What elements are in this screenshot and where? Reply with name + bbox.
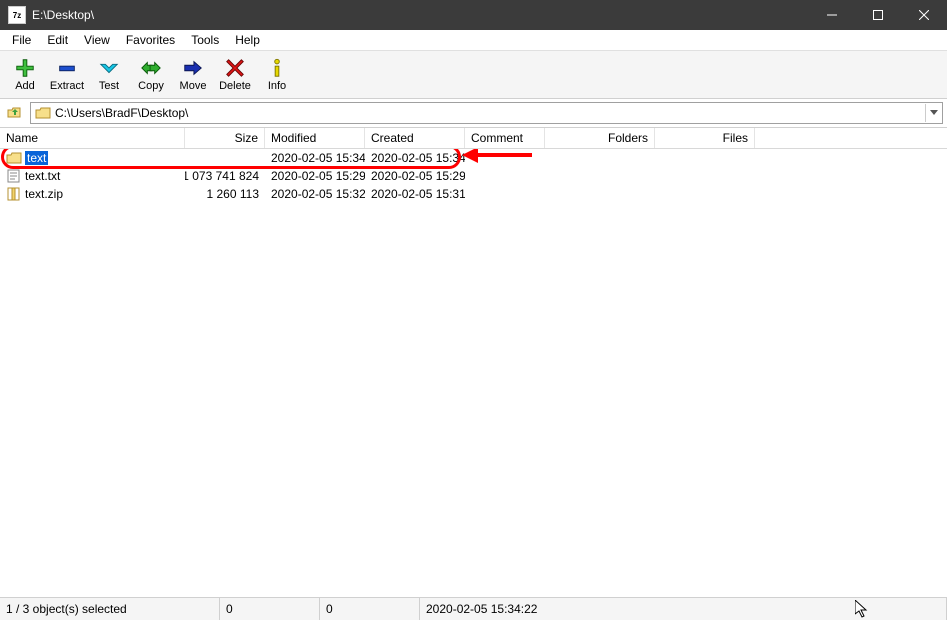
file-name: text [25,151,48,165]
file-row-txt[interactable]: text.txt 1 073 741 824 2020-02-05 15:29 … [0,167,947,185]
col-name[interactable]: Name [0,128,185,148]
minimize-icon [827,10,837,20]
file-size [185,149,265,167]
info-label: Info [268,80,286,92]
menu-favorites[interactable]: Favorites [118,31,183,49]
col-comment[interactable]: Comment [465,128,545,148]
file-modified: 2020-02-05 15:34 [265,149,365,167]
file-created: 2020-02-05 15:31 [365,185,465,203]
delete-button[interactable]: Delete [214,53,256,97]
close-button[interactable] [901,0,947,30]
col-modified[interactable]: Modified [265,128,365,148]
maximize-button[interactable] [855,0,901,30]
add-label: Add [15,80,35,92]
menu-view[interactable]: View [76,31,118,49]
window-title: E:\Desktop\ [32,8,94,22]
app-icon: 7z [8,6,26,24]
file-row-zip[interactable]: text.zip 1 260 113 2020-02-05 15:32 2020… [0,185,947,203]
pathbar: C:\Users\BradF\Desktop\ [0,99,947,128]
info-button[interactable]: Info [256,53,298,97]
file-list: text 2020-02-05 15:34 2020-02-05 15:34 t… [0,149,947,203]
toolbar: Add Extract Test Copy Move [0,51,947,99]
chevron-down-icon [930,110,938,116]
text-file-icon [6,169,22,183]
maximize-icon [873,10,883,20]
test-button[interactable]: Test [88,53,130,97]
path-combo[interactable]: C:\Users\BradF\Desktop\ [30,102,943,124]
arrow-right-icon [181,57,205,79]
up-button[interactable] [4,102,26,124]
test-label: Test [99,80,119,92]
app-window: 7z E:\Desktop\ File Edit View Favorites … [0,0,947,620]
file-size: 1 073 741 824 [185,167,265,185]
copy-label: Copy [138,80,164,92]
menu-help[interactable]: Help [227,31,268,49]
cross-icon [223,57,247,79]
delete-label: Delete [219,80,251,92]
arrows-icon [139,57,163,79]
close-icon [919,10,929,20]
path-dropdown[interactable] [925,104,942,122]
minus-icon [55,57,79,79]
copy-button[interactable]: Copy [130,53,172,97]
file-name: text.txt [25,169,60,183]
check-icon [97,57,121,79]
menubar: File Edit View Favorites Tools Help [0,30,947,51]
folder-icon [6,151,22,165]
file-created: 2020-02-05 15:34 [365,149,465,167]
folder-icon [35,106,51,120]
file-list-area[interactable]: text 2020-02-05 15:34 2020-02-05 15:34 t… [0,149,947,597]
status-size1: 0 [220,598,320,620]
col-created[interactable]: Created [365,128,465,148]
window-controls [809,0,947,30]
menu-edit[interactable]: Edit [39,31,76,49]
folder-up-icon [7,105,23,121]
move-button[interactable]: Move [172,53,214,97]
menu-tools[interactable]: Tools [183,31,227,49]
add-button[interactable]: Add [4,53,46,97]
status-selection: 1 / 3 object(s) selected [0,598,220,620]
file-created: 2020-02-05 15:29 [365,167,465,185]
file-modified: 2020-02-05 15:32 [265,185,365,203]
zip-file-icon [6,187,22,201]
extract-label: Extract [50,80,84,92]
path-text: C:\Users\BradF\Desktop\ [55,106,925,120]
minimize-button[interactable] [809,0,855,30]
col-files[interactable]: Files [655,128,755,148]
plus-icon [13,57,37,79]
col-size[interactable]: Size [185,128,265,148]
file-name: text.zip [25,187,63,201]
info-icon [265,57,289,79]
statusbar: 1 / 3 object(s) selected 0 0 2020-02-05 … [0,597,947,620]
menu-file[interactable]: File [4,31,39,49]
file-name-cell: text [0,149,185,167]
file-row-folder[interactable]: text 2020-02-05 15:34 2020-02-05 15:34 [0,149,947,167]
file-size: 1 260 113 [185,185,265,203]
column-headers: Name Size Modified Created Comment Folde… [0,128,947,149]
file-modified: 2020-02-05 15:29 [265,167,365,185]
extract-button[interactable]: Extract [46,53,88,97]
status-size2: 0 [320,598,420,620]
file-name-cell: text.zip [0,185,185,203]
status-datetime: 2020-02-05 15:34:22 [420,598,947,620]
titlebar[interactable]: 7z E:\Desktop\ [0,0,947,30]
move-label: Move [180,80,207,92]
col-folders[interactable]: Folders [545,128,655,148]
file-name-cell: text.txt [0,167,185,185]
